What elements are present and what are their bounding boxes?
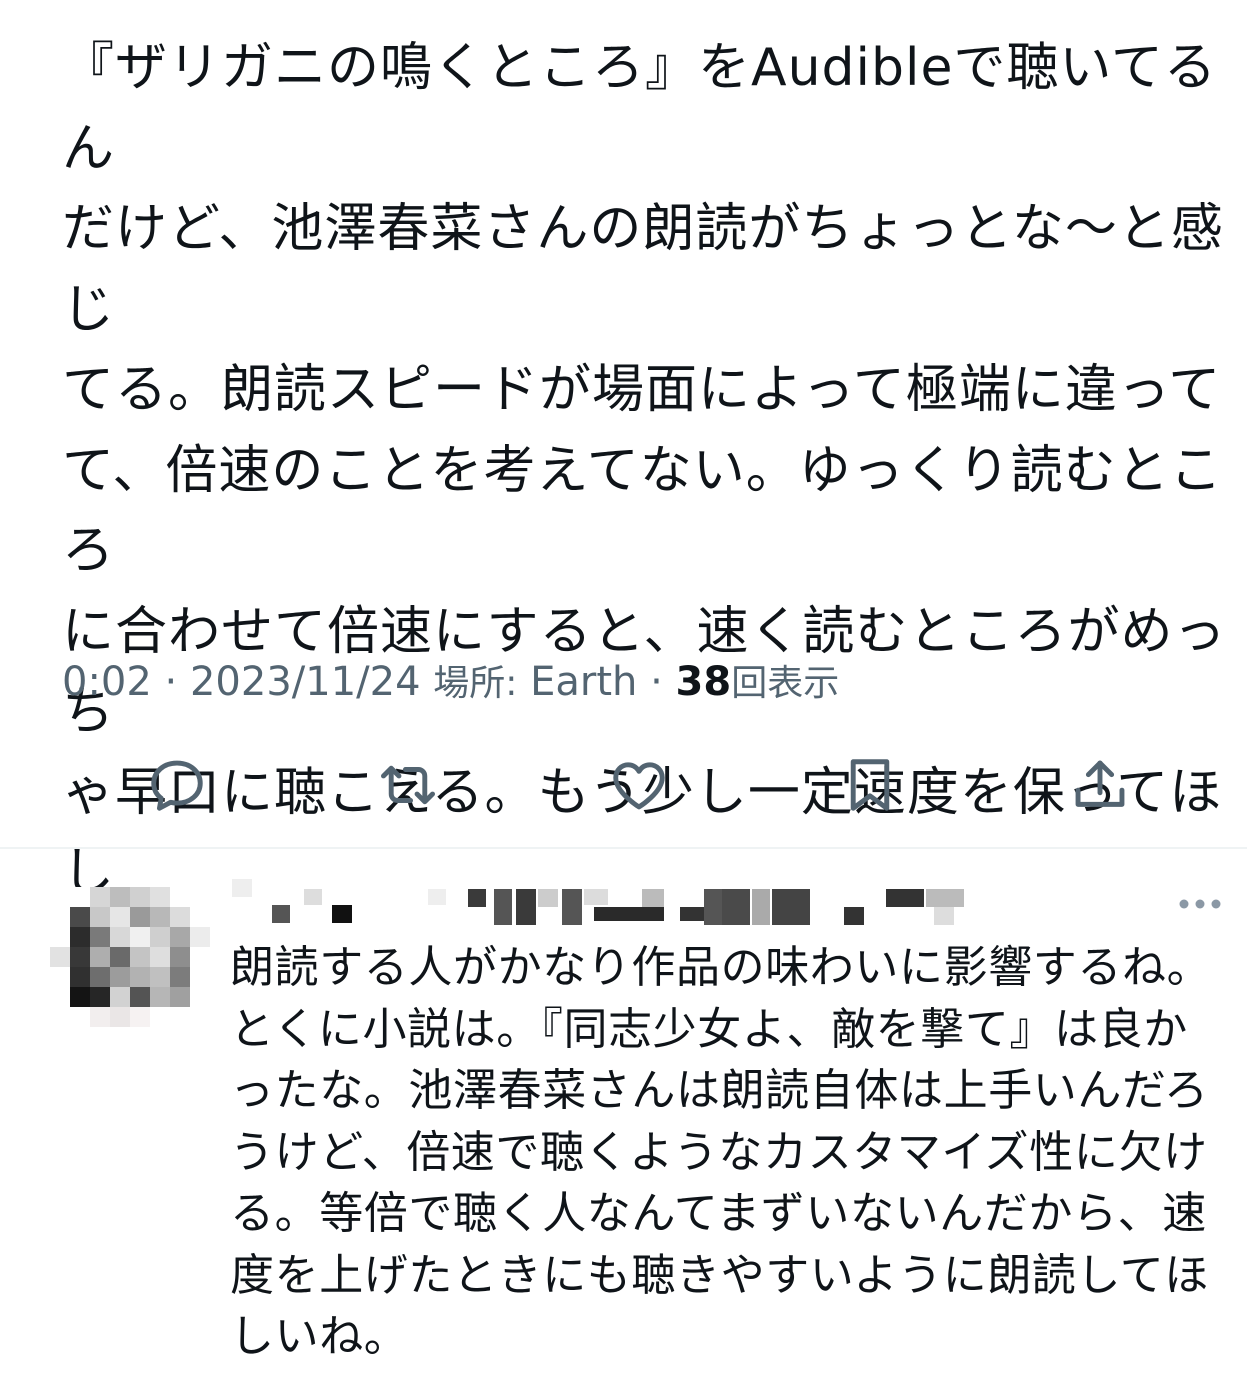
meta-separator: · xyxy=(650,659,663,705)
tweet-meta: 0:02 · 2023/11/24 場所: Earth · 38回表示 xyxy=(62,652,839,712)
tweet-location: Earth xyxy=(530,659,638,705)
tweet-time[interactable]: 0:02 xyxy=(62,659,152,705)
reply-item[interactable]: 朗読する人がかなり作品の味わいに影響するね。 とくに小説は。『同志少女よ、敵を撃… xyxy=(0,849,1247,1380)
retweet-button[interactable] xyxy=(368,745,448,825)
tweet-date[interactable]: 2023/11/24 xyxy=(190,659,421,705)
reply-button[interactable] xyxy=(137,745,217,825)
share-button[interactable] xyxy=(1060,745,1140,825)
retweet-icon xyxy=(381,765,435,805)
reply-icon xyxy=(151,760,203,811)
ellipsis-icon xyxy=(1179,899,1221,909)
meta-separator: · xyxy=(164,659,178,705)
share-icon xyxy=(1075,760,1125,807)
bookmark-icon xyxy=(850,759,890,811)
views-label[interactable]: 回表示 xyxy=(731,663,839,704)
bookmark-button[interactable] xyxy=(830,745,910,825)
like-icon xyxy=(613,762,665,810)
views-count[interactable]: 38 xyxy=(676,659,732,705)
like-button[interactable] xyxy=(599,745,679,825)
pixelated-avatar[interactable] xyxy=(50,887,210,1037)
reply-text: 朗読する人がかなり作品の味わいに影響するね。 とくに小説は。『同志少女よ、敵を撃… xyxy=(230,942,1212,1362)
pixelated-username[interactable] xyxy=(232,869,992,931)
location-label: 場所: xyxy=(433,663,518,704)
more-icon[interactable] xyxy=(1170,889,1230,919)
tweet-actions xyxy=(0,745,1247,825)
